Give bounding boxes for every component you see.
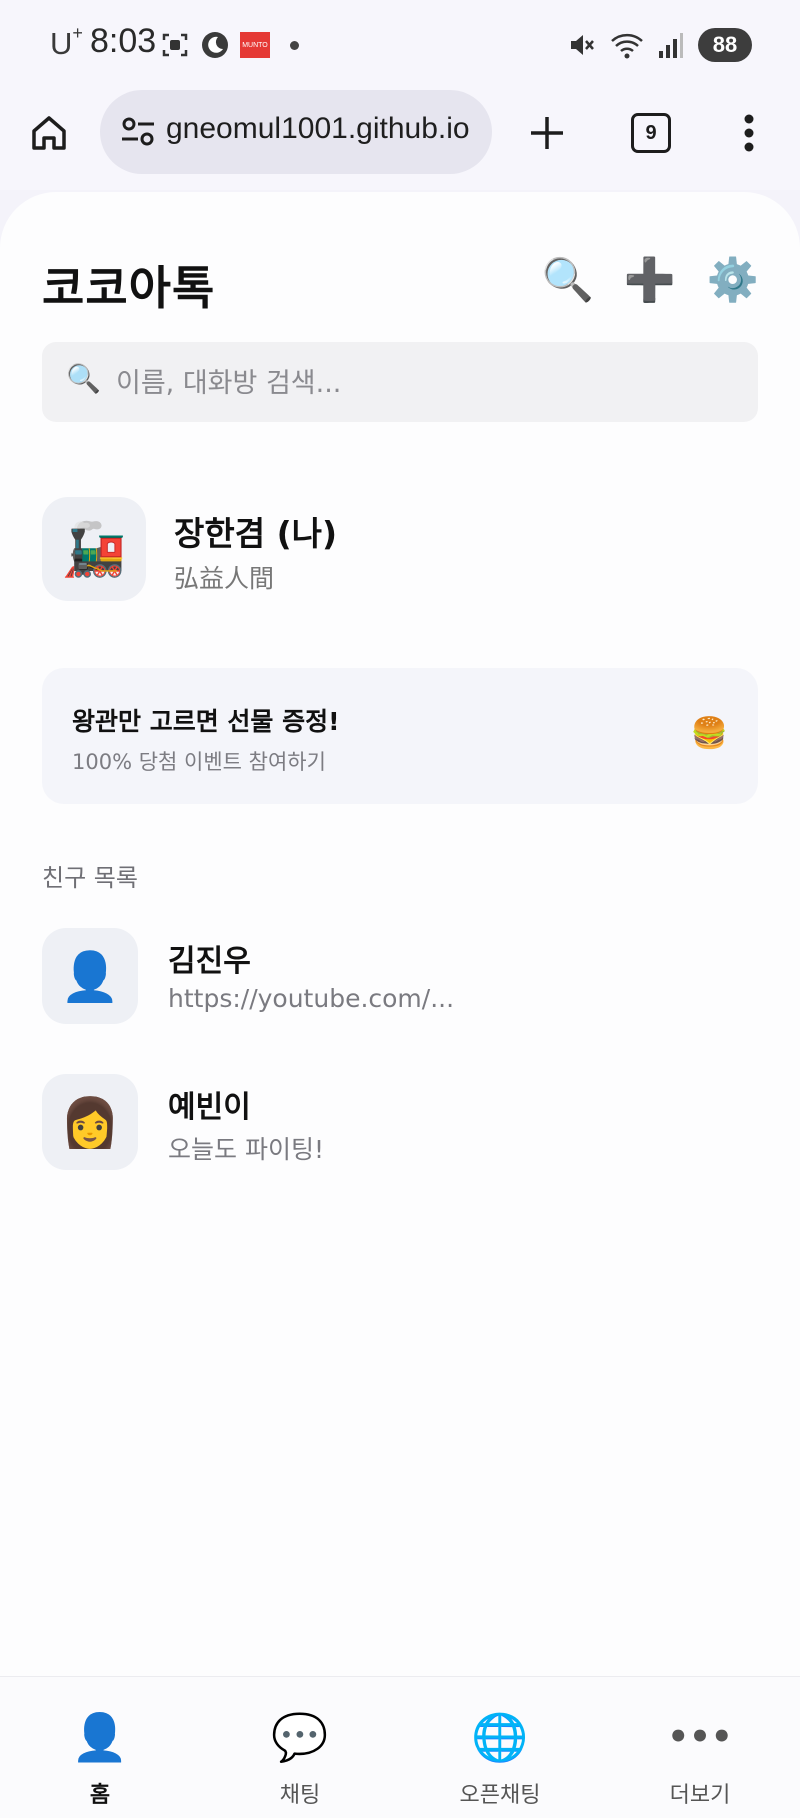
- event-banner[interactable]: 왕관만 고르면 선물 증정! 100% 당첨 이벤트 참여하기 🍔: [42, 668, 758, 804]
- settings-button[interactable]: ⚙️: [707, 254, 759, 306]
- address-bar[interactable]: gneomul1001.github.io: [100, 90, 492, 174]
- nav-chat[interactable]: 💬 채팅: [200, 1677, 400, 1818]
- tab-count: 9: [631, 113, 671, 153]
- avatar[interactable]: 🚂: [42, 497, 146, 601]
- wifi-icon: [611, 33, 643, 59]
- browser-toolbar: gneomul1001.github.io 9: [0, 90, 800, 190]
- friend-status-message: 오늘도 파이팅!: [168, 1135, 324, 1164]
- profile-status: 弘益人間: [174, 564, 275, 593]
- globe-icon: 🌐: [471, 1710, 529, 1764]
- friend-avatar: 👩: [42, 1074, 138, 1170]
- screenshot-icon: [160, 30, 190, 60]
- more-vert-icon: [744, 114, 754, 152]
- search-input[interactable]: [114, 342, 738, 424]
- moon-icon: [200, 30, 230, 60]
- chat-bubble-icon: 💬: [271, 1710, 329, 1764]
- add-icon: ➕: [623, 255, 677, 304]
- more-horiz-icon: •••: [667, 1717, 733, 1757]
- home-button[interactable]: [14, 90, 84, 176]
- carrier-label: U+: [50, 22, 83, 61]
- friend-list-item[interactable]: 👩 예빈이 오늘도 파이팅!: [42, 1074, 758, 1170]
- search-bar[interactable]: 🔍: [42, 342, 758, 424]
- battery-indicator: 88: [698, 28, 752, 62]
- friend-avatar: 👤: [42, 928, 138, 1024]
- nav-home[interactable]: 👤 홈: [0, 1677, 200, 1818]
- person-icon: 👤: [71, 1710, 129, 1764]
- browser-menu-button[interactable]: [714, 90, 784, 176]
- more-notifications-dot: [290, 40, 299, 50]
- nav-open-chat[interactable]: 🌐 오픈채팅: [400, 1677, 600, 1818]
- nav-chat-label: 채팅: [279, 1783, 321, 1808]
- friend-status-message: https://youtube.com/...: [168, 984, 455, 1013]
- profile-name: 장한겸 (나): [174, 514, 338, 553]
- banner-title: 왕관만 고르면 선물 증정!: [72, 707, 340, 736]
- my-profile[interactable]: 🚂 장한겸 (나) 弘益人間: [42, 497, 758, 601]
- site-settings-icon[interactable]: [118, 112, 158, 152]
- search-button[interactable]: 🔍: [542, 254, 594, 306]
- tab-switcher-button[interactable]: 9: [616, 90, 686, 176]
- app-content: 코코아톡 🔍 ➕ ⚙️ 🔍 🚂 장한겸 (나) 弘益人間 왕관만 고르면 선물 …: [0, 192, 800, 1817]
- bottom-navigation: 👤 홈 💬 채팅 🌐 오픈채팅 ••• 더보기: [0, 1676, 800, 1818]
- add-friend-button[interactable]: ➕: [624, 254, 676, 306]
- nav-open-chat-label: 오픈채팅: [459, 1783, 541, 1808]
- mute-icon: [571, 35, 594, 55]
- friend-name: 예빈이: [168, 1090, 251, 1125]
- nav-more-label: 더보기: [669, 1783, 731, 1808]
- app-title: 코코아톡: [42, 261, 216, 315]
- search-icon: 🔍: [66, 362, 101, 395]
- notification-icons: MUNTO: [160, 30, 299, 60]
- settings-icon: ⚙️: [706, 255, 760, 304]
- new-tab-button[interactable]: [512, 90, 582, 176]
- burger-icon: 🍔: [690, 716, 728, 751]
- friend-list-item[interactable]: 👤 김진우 https://youtube.com/...: [42, 928, 758, 1024]
- nav-home-label: 홈: [89, 1783, 111, 1808]
- banner-subtitle: 100% 당첨 이벤트 참여하기: [72, 750, 326, 774]
- friend-name: 김진우: [168, 944, 251, 979]
- url-text[interactable]: gneomul1001.github.io: [166, 112, 470, 146]
- nav-more[interactable]: ••• 더보기: [600, 1677, 800, 1818]
- friends-section-label: 친구 목록: [42, 864, 138, 892]
- plus-icon: [531, 117, 563, 149]
- system-icons: 88: [568, 28, 752, 62]
- clock: 8:03: [90, 22, 157, 60]
- search-icon: 🔍: [541, 255, 595, 304]
- app-notification-icon: MUNTO: [240, 32, 270, 58]
- signal-icon: [659, 33, 683, 58]
- status-bar: U+ 8:03 MUNTO 88: [0, 0, 800, 90]
- home-icon: [32, 116, 66, 150]
